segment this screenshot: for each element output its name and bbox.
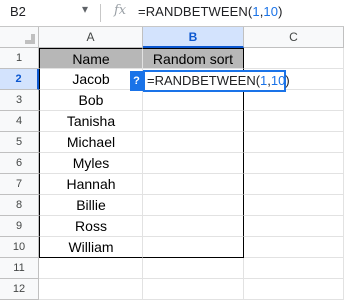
cell-a10[interactable]: William <box>39 237 143 258</box>
column-header-c[interactable]: C <box>244 27 344 48</box>
cell-c10[interactable] <box>244 237 344 258</box>
cell-c11[interactable] <box>244 258 344 279</box>
cell-c12[interactable] <box>244 279 344 300</box>
cell-b1[interactable]: Random sort <box>143 48 244 69</box>
cell-b4[interactable] <box>143 111 244 132</box>
cell-c3[interactable] <box>244 90 344 111</box>
cell-editor-b2[interactable]: =RANDBETWEEN(1,10) <box>143 70 290 92</box>
row-header-10[interactable]: 10 <box>0 237 39 258</box>
cell-a6[interactable]: Myles <box>39 153 143 174</box>
cell-b9[interactable] <box>143 216 244 237</box>
cell-a9[interactable]: Ross <box>39 216 143 237</box>
row-header-5[interactable]: 5 <box>0 132 39 153</box>
cell-c7[interactable] <box>244 174 344 195</box>
row-header-3[interactable]: 3 <box>0 90 39 111</box>
cell-a4[interactable]: Tanisha <box>39 111 143 132</box>
row-header-2[interactable]: 2 <box>0 69 39 90</box>
cell-a5[interactable]: Michael <box>39 132 143 153</box>
select-all-corner[interactable] <box>0 27 39 48</box>
cell-c4[interactable] <box>244 111 344 132</box>
formula-arg1: 1 <box>252 4 260 19</box>
cell-b10[interactable] <box>143 237 244 258</box>
cell-a12[interactable] <box>39 279 143 300</box>
formula-input[interactable]: =RANDBETWEEN(1,10) <box>138 4 283 19</box>
column-header-b[interactable]: B <box>143 27 244 48</box>
cell-a11[interactable] <box>39 258 143 279</box>
row-header-11[interactable]: 11 <box>0 258 39 279</box>
row-header-4[interactable]: 4 <box>0 111 39 132</box>
formula-arg2: 10 <box>263 4 279 19</box>
formula-help-icon[interactable]: ? <box>130 71 143 91</box>
cell-a3[interactable]: Bob <box>39 90 143 111</box>
cell-a7[interactable]: Hannah <box>39 174 143 195</box>
row-header-8[interactable]: 8 <box>0 195 39 216</box>
cell-c8[interactable] <box>244 195 344 216</box>
cell-b8[interactable] <box>143 195 244 216</box>
formula-bar: B2 ▾ fx =RANDBETWEEN(1,10) <box>0 0 344 26</box>
cell-a1[interactable]: Name <box>39 48 143 69</box>
row-header-1[interactable]: 1 <box>0 48 39 69</box>
editor-arg2: 10 <box>270 73 286 88</box>
cell-b12[interactable] <box>143 279 244 300</box>
name-box[interactable]: B2 <box>10 4 26 19</box>
cell-c6[interactable] <box>244 153 344 174</box>
row-header-9[interactable]: 9 <box>0 216 39 237</box>
cell-c1[interactable] <box>244 48 344 69</box>
row-header-12[interactable]: 12 <box>0 279 39 300</box>
fx-icon: fx <box>114 3 127 18</box>
cell-b11[interactable] <box>143 258 244 279</box>
cell-c5[interactable] <box>244 132 344 153</box>
formula-prefix: =RANDBETWEEN( <box>138 4 253 19</box>
row-header-7[interactable]: 7 <box>0 174 39 195</box>
column-header-a[interactable]: A <box>39 27 143 48</box>
cell-b5[interactable] <box>143 132 244 153</box>
cell-a2[interactable]: Jacob <box>39 69 143 90</box>
editor-suffix: ) <box>285 73 290 88</box>
row-header-6[interactable]: 6 <box>0 153 39 174</box>
editor-prefix: =RANDBETWEEN( <box>147 73 261 88</box>
cell-a8[interactable]: Billie <box>39 195 143 216</box>
formula-bar-divider <box>100 4 101 22</box>
cell-b3[interactable] <box>143 90 244 111</box>
cell-c9[interactable] <box>244 216 344 237</box>
cell-b7[interactable] <box>143 174 244 195</box>
formula-suffix: ) <box>278 4 283 19</box>
corner-mark <box>25 40 35 44</box>
name-box-dropdown-icon[interactable]: ▾ <box>82 2 88 16</box>
cell-b6[interactable] <box>143 153 244 174</box>
